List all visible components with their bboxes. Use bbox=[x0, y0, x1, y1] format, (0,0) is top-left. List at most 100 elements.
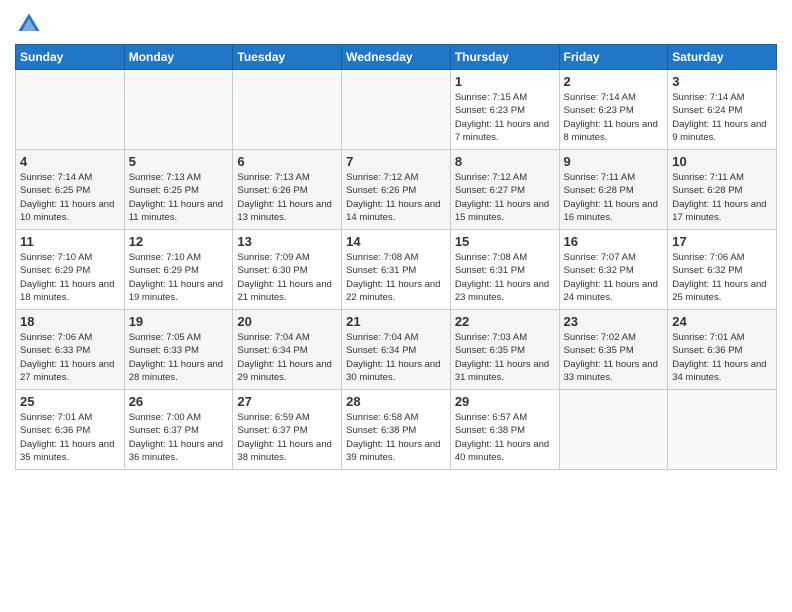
day-detail: Sunrise: 7:14 AM Sunset: 6:25 PM Dayligh… bbox=[20, 171, 120, 224]
day-number: 27 bbox=[237, 394, 337, 409]
calendar-cell bbox=[16, 70, 125, 150]
calendar-cell: 12Sunrise: 7:10 AM Sunset: 6:29 PM Dayli… bbox=[124, 230, 233, 310]
calendar-cell bbox=[559, 390, 668, 470]
calendar-cell: 24Sunrise: 7:01 AM Sunset: 6:36 PM Dayli… bbox=[668, 310, 777, 390]
weekday-header-saturday: Saturday bbox=[668, 45, 777, 70]
calendar-cell: 14 Sunrise: 7:08 AM Sunset: 6:31 PM Dayli… bbox=[342, 230, 451, 310]
week-row-4: 18 Sunrise: 7:06 AM Sunset: 6:33 PM Dayli… bbox=[16, 310, 777, 390]
weekday-header-row: SundayMondayTuesdayWednesdayThursdayFrid… bbox=[16, 45, 777, 70]
day-number: 9 bbox=[564, 154, 664, 169]
weekday-header-thursday: Thursday bbox=[450, 45, 559, 70]
calendar-cell bbox=[233, 70, 342, 150]
calendar-cell: 17 Sunrise: 7:06 AM Sunset: 6:32 PM Dayli… bbox=[668, 230, 777, 310]
day-number: 18 bbox=[20, 314, 120, 329]
day-number: 14 bbox=[346, 234, 446, 249]
day-detail: Sunrise: 7:14 AM Sunset: 6:24 PM Dayligh… bbox=[672, 91, 772, 144]
day-detail: Sunrise: 7:02 AM Sunset: 6:35 PM Dayligh… bbox=[564, 331, 664, 384]
calendar-cell: 10 Sunrise: 7:11 AM Sunset: 6:28 PM Dayli… bbox=[668, 150, 777, 230]
day-detail: Sunrise: 7:05 AM Sunset: 6:33 PM Dayligh… bbox=[129, 331, 229, 384]
day-number: 2 bbox=[564, 74, 664, 89]
day-detail: Sunrise: 7:04 AM Sunset: 6:34 PM Dayligh… bbox=[346, 331, 446, 384]
day-detail: Sunrise: 7:07 AM Sunset: 6:32 PM Dayligh… bbox=[564, 251, 664, 304]
day-detail: Sunrise: 7:06 AM Sunset: 6:33 PM Dayligh… bbox=[20, 331, 120, 384]
day-number: 5 bbox=[129, 154, 229, 169]
calendar-cell: 2 Sunrise: 7:14 AM Sunset: 6:23 PM Daylig… bbox=[559, 70, 668, 150]
calendar-cell: 7 Sunrise: 7:12 AM Sunset: 6:26 PM Daylig… bbox=[342, 150, 451, 230]
day-detail: Sunrise: 7:08 AM Sunset: 6:31 PM Dayligh… bbox=[346, 251, 446, 304]
day-detail: Sunrise: 7:09 AM Sunset: 6:30 PM Dayligh… bbox=[237, 251, 337, 304]
day-detail: Sunrise: 7:01 AM Sunset: 6:36 PM Dayligh… bbox=[20, 411, 120, 464]
calendar-cell: 5 Sunrise: 7:13 AM Sunset: 6:25 PM Daylig… bbox=[124, 150, 233, 230]
calendar-cell: 21 Sunrise: 7:04 AM Sunset: 6:34 PM Dayli… bbox=[342, 310, 451, 390]
calendar-cell: 29 Sunrise: 6:57 AM Sunset: 6:38 PM Dayli… bbox=[450, 390, 559, 470]
calendar-cell: 3 Sunrise: 7:14 AM Sunset: 6:24 PM Daylig… bbox=[668, 70, 777, 150]
day-detail: Sunrise: 7:04 AM Sunset: 6:34 PM Dayligh… bbox=[237, 331, 337, 384]
day-detail: Sunrise: 6:58 AM Sunset: 6:38 PM Dayligh… bbox=[346, 411, 446, 464]
page-container: SundayMondayTuesdayWednesdayThursdayFrid… bbox=[0, 0, 792, 480]
day-number: 13 bbox=[237, 234, 337, 249]
day-detail: Sunrise: 6:59 AM Sunset: 6:37 PM Dayligh… bbox=[237, 411, 337, 464]
weekday-header-friday: Friday bbox=[559, 45, 668, 70]
calendar-table: SundayMondayTuesdayWednesdayThursdayFrid… bbox=[15, 44, 777, 470]
day-number: 17 bbox=[672, 234, 772, 249]
day-number: 8 bbox=[455, 154, 555, 169]
calendar-cell: 20Sunrise: 7:04 AM Sunset: 6:34 PM Dayli… bbox=[233, 310, 342, 390]
week-row-3: 11 Sunrise: 7:10 AM Sunset: 6:29 PM Dayli… bbox=[16, 230, 777, 310]
calendar-cell: 1 Sunrise: 7:15 AM Sunset: 6:23 PM Daylig… bbox=[450, 70, 559, 150]
calendar-cell: 25 Sunrise: 7:01 AM Sunset: 6:36 PM Dayli… bbox=[16, 390, 125, 470]
calendar-cell: 11 Sunrise: 7:10 AM Sunset: 6:29 PM Dayli… bbox=[16, 230, 125, 310]
calendar-cell: 23 Sunrise: 7:02 AM Sunset: 6:35 PM Dayli… bbox=[559, 310, 668, 390]
calendar-cell bbox=[668, 390, 777, 470]
calendar-cell: 19Sunrise: 7:05 AM Sunset: 6:33 PM Dayli… bbox=[124, 310, 233, 390]
calendar-cell: 15 Sunrise: 7:08 AM Sunset: 6:31 PM Dayli… bbox=[450, 230, 559, 310]
day-detail: Sunrise: 7:14 AM Sunset: 6:23 PM Dayligh… bbox=[564, 91, 664, 144]
weekday-header-monday: Monday bbox=[124, 45, 233, 70]
weekday-header-sunday: Sunday bbox=[16, 45, 125, 70]
calendar-cell: 27 Sunrise: 6:59 AM Sunset: 6:37 PM Dayli… bbox=[233, 390, 342, 470]
day-detail: Sunrise: 7:13 AM Sunset: 6:25 PM Dayligh… bbox=[129, 171, 229, 224]
calendar-cell: 26 Sunrise: 7:00 AM Sunset: 6:37 PM Dayli… bbox=[124, 390, 233, 470]
day-detail: Sunrise: 7:03 AM Sunset: 6:35 PM Dayligh… bbox=[455, 331, 555, 384]
day-detail: Sunrise: 7:06 AM Sunset: 6:32 PM Dayligh… bbox=[672, 251, 772, 304]
day-detail: Sunrise: 7:00 AM Sunset: 6:37 PM Dayligh… bbox=[129, 411, 229, 464]
logo-icon bbox=[15, 10, 43, 38]
calendar-cell: 28 Sunrise: 6:58 AM Sunset: 6:38 PM Dayli… bbox=[342, 390, 451, 470]
day-number: 10 bbox=[672, 154, 772, 169]
day-number: 3 bbox=[672, 74, 772, 89]
day-number: 12 bbox=[129, 234, 229, 249]
day-number: 7 bbox=[346, 154, 446, 169]
day-detail: Sunrise: 7:12 AM Sunset: 6:26 PM Dayligh… bbox=[346, 171, 446, 224]
day-number: 25 bbox=[20, 394, 120, 409]
day-number: 23 bbox=[564, 314, 664, 329]
day-number: 29 bbox=[455, 394, 555, 409]
day-detail: Sunrise: 7:11 AM Sunset: 6:28 PM Dayligh… bbox=[672, 171, 772, 224]
logo bbox=[15, 10, 47, 38]
day-detail: Sunrise: 7:01 AM Sunset: 6:36 PM Dayligh… bbox=[672, 331, 772, 384]
calendar-cell: 18 Sunrise: 7:06 AM Sunset: 6:33 PM Dayli… bbox=[16, 310, 125, 390]
day-detail: Sunrise: 7:08 AM Sunset: 6:31 PM Dayligh… bbox=[455, 251, 555, 304]
calendar-cell: 8 Sunrise: 7:12 AM Sunset: 6:27 PM Daylig… bbox=[450, 150, 559, 230]
day-number: 16 bbox=[564, 234, 664, 249]
day-number: 28 bbox=[346, 394, 446, 409]
day-number: 6 bbox=[237, 154, 337, 169]
calendar-cell: 22Sunrise: 7:03 AM Sunset: 6:35 PM Dayli… bbox=[450, 310, 559, 390]
week-row-5: 25 Sunrise: 7:01 AM Sunset: 6:36 PM Dayli… bbox=[16, 390, 777, 470]
header-row bbox=[15, 10, 777, 38]
week-row-2: 4Sunrise: 7:14 AM Sunset: 6:25 PM Daylig… bbox=[16, 150, 777, 230]
day-number: 15 bbox=[455, 234, 555, 249]
day-detail: Sunrise: 7:12 AM Sunset: 6:27 PM Dayligh… bbox=[455, 171, 555, 224]
day-detail: Sunrise: 7:13 AM Sunset: 6:26 PM Dayligh… bbox=[237, 171, 337, 224]
calendar-cell: 9 Sunrise: 7:11 AM Sunset: 6:28 PM Daylig… bbox=[559, 150, 668, 230]
day-detail: Sunrise: 7:15 AM Sunset: 6:23 PM Dayligh… bbox=[455, 91, 555, 144]
calendar-cell: 13 Sunrise: 7:09 AM Sunset: 6:30 PM Dayli… bbox=[233, 230, 342, 310]
day-number: 26 bbox=[129, 394, 229, 409]
day-detail: Sunrise: 7:11 AM Sunset: 6:28 PM Dayligh… bbox=[564, 171, 664, 224]
day-number: 11 bbox=[20, 234, 120, 249]
calendar-cell: 16 Sunrise: 7:07 AM Sunset: 6:32 PM Dayli… bbox=[559, 230, 668, 310]
day-detail: Sunrise: 7:10 AM Sunset: 6:29 PM Dayligh… bbox=[20, 251, 120, 304]
day-detail: Sunrise: 6:57 AM Sunset: 6:38 PM Dayligh… bbox=[455, 411, 555, 464]
day-number: 1 bbox=[455, 74, 555, 89]
calendar-cell: 6 Sunrise: 7:13 AM Sunset: 6:26 PM Daylig… bbox=[233, 150, 342, 230]
day-number: 21 bbox=[346, 314, 446, 329]
weekday-header-tuesday: Tuesday bbox=[233, 45, 342, 70]
